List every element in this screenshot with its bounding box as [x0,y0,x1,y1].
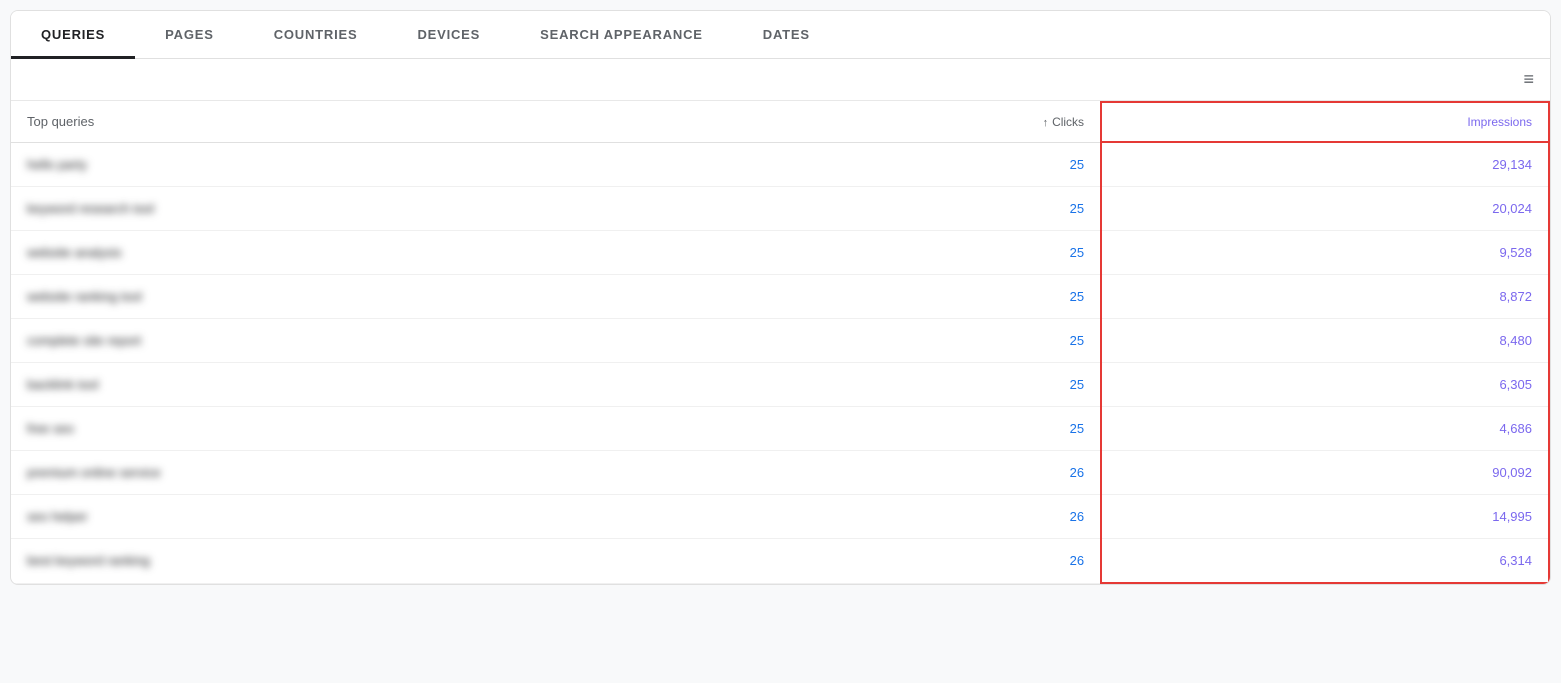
tab-devices[interactable]: DEVICES [387,11,510,58]
tab-pages[interactable]: PAGES [135,11,244,58]
table-row[interactable]: hello party2529,134 [11,142,1549,187]
table-row[interactable]: backlink tool256,305 [11,363,1549,407]
table-row[interactable]: best keyword ranking266,314 [11,539,1549,584]
query-cell: hello party [11,142,763,187]
table-container: Top queries ↑Clicks Impressions hello pa… [11,101,1550,584]
col-header-impressions[interactable]: Impressions [1101,102,1549,142]
impressions-cell: 14,995 [1101,495,1549,539]
impressions-cell: 8,872 [1101,275,1549,319]
table-row[interactable]: website analysis259,528 [11,231,1549,275]
impressions-cell: 4,686 [1101,407,1549,451]
query-cell: premium online service [11,451,763,495]
impressions-cell: 6,314 [1101,539,1549,584]
toolbar: ≡ [11,59,1550,101]
query-cell: seo helper [11,495,763,539]
impressions-cell: 90,092 [1101,451,1549,495]
impressions-cell: 29,134 [1101,142,1549,187]
tab-dates[interactable]: DATES [733,11,840,58]
tab-bar: QUERIES PAGES COUNTRIES DEVICES SEARCH A… [11,11,1550,59]
query-cell: keyword research tool [11,187,763,231]
main-container: QUERIES PAGES COUNTRIES DEVICES SEARCH A… [10,10,1551,585]
table-row[interactable]: complete site report258,480 [11,319,1549,363]
tab-search-appearance[interactable]: SEARCH APPEARANCE [510,11,733,58]
impressions-cell: 9,528 [1101,231,1549,275]
table-row[interactable]: website ranking tool258,872 [11,275,1549,319]
tab-queries[interactable]: QUERIES [11,11,135,58]
query-cell: website ranking tool [11,275,763,319]
impressions-cell: 8,480 [1101,319,1549,363]
clicks-cell: 25 [763,231,1101,275]
queries-table: Top queries ↑Clicks Impressions hello pa… [11,101,1550,584]
clicks-cell: 25 [763,187,1101,231]
clicks-cell: 26 [763,495,1101,539]
tab-countries[interactable]: COUNTRIES [244,11,388,58]
clicks-cell: 25 [763,363,1101,407]
clicks-cell: 25 [763,275,1101,319]
clicks-cell: 25 [763,142,1101,187]
clicks-cell: 26 [763,539,1101,584]
clicks-cell: 26 [763,451,1101,495]
table-row[interactable]: premium online service2690,092 [11,451,1549,495]
query-cell: website analysis [11,231,763,275]
filter-icon[interactable]: ≡ [1523,69,1534,90]
impressions-cell: 6,305 [1101,363,1549,407]
table-row[interactable]: seo helper2614,995 [11,495,1549,539]
query-cell: complete site report [11,319,763,363]
table-row[interactable]: free seo254,686 [11,407,1549,451]
query-cell: best keyword ranking [11,539,763,584]
col-header-query: Top queries [11,102,763,142]
query-cell: free seo [11,407,763,451]
clicks-cell: 25 [763,319,1101,363]
query-cell: backlink tool [11,363,763,407]
clicks-cell: 25 [763,407,1101,451]
impressions-cell: 20,024 [1101,187,1549,231]
sort-arrow-icon: ↑ [1043,117,1049,129]
col-header-clicks[interactable]: ↑Clicks [763,102,1101,142]
table-row[interactable]: keyword research tool2520,024 [11,187,1549,231]
